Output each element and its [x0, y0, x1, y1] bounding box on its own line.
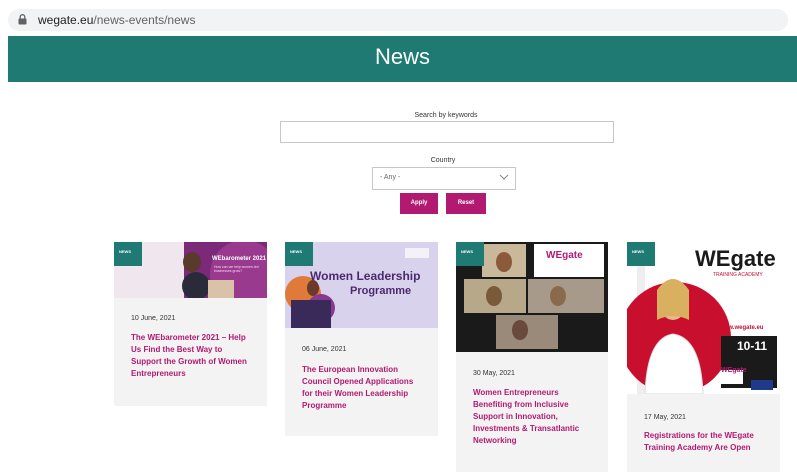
keywords-input[interactable] — [280, 121, 614, 143]
url-text[interactable]: wegate.eu/news-events/news — [38, 13, 195, 27]
news-date: 17 May, 2021 — [644, 414, 686, 421]
keywords-label: Search by keywords — [414, 112, 478, 119]
chevron-down-icon — [499, 174, 509, 180]
news-card[interactable]: WEgate NEWS 30 May, 2021 Women Entrepren… — [456, 242, 608, 472]
news-badge: NEWS — [627, 242, 655, 266]
reset-button[interactable]: Reset — [446, 193, 486, 214]
news-title-link[interactable]: Women Entrepreneurs Benefiting from Incl… — [473, 387, 597, 447]
page-title: News — [374, 44, 430, 69]
news-title-link[interactable]: The WEbarometer 2021 – Help Us Find the … — [131, 332, 255, 380]
news-card[interactable]: WEgate TRAINING ACADEMY www.wegate.eu 10… — [627, 242, 780, 472]
apply-button[interactable]: Apply — [400, 193, 438, 214]
page-header: News — [8, 36, 797, 82]
country-select-value: - Any - — [380, 174, 401, 181]
news-card[interactable]: Women Leadership Programme NEWS 06 June,… — [285, 242, 438, 436]
news-badge: NEWS — [285, 242, 313, 266]
news-date: 30 May, 2021 — [473, 370, 515, 377]
news-date: 06 June, 2021 — [302, 346, 347, 353]
news-badge: NEWS — [456, 242, 484, 266]
news-title-link[interactable]: Registrations for the WEgate Training Ac… — [644, 430, 768, 454]
news-date: 10 June, 2021 — [131, 315, 176, 322]
browser-address-bar: wegate.eu/news-events/news — [0, 0, 797, 36]
news-title-link[interactable]: The European Innovation Council Opened A… — [302, 364, 426, 412]
country-select[interactable]: - Any - — [372, 167, 516, 190]
lock-icon — [18, 14, 27, 25]
news-badge: NEWS — [114, 242, 142, 266]
country-label: Country — [430, 157, 456, 164]
news-card[interactable]: WEbarometer 2021 How can we help women-l… — [114, 242, 267, 406]
